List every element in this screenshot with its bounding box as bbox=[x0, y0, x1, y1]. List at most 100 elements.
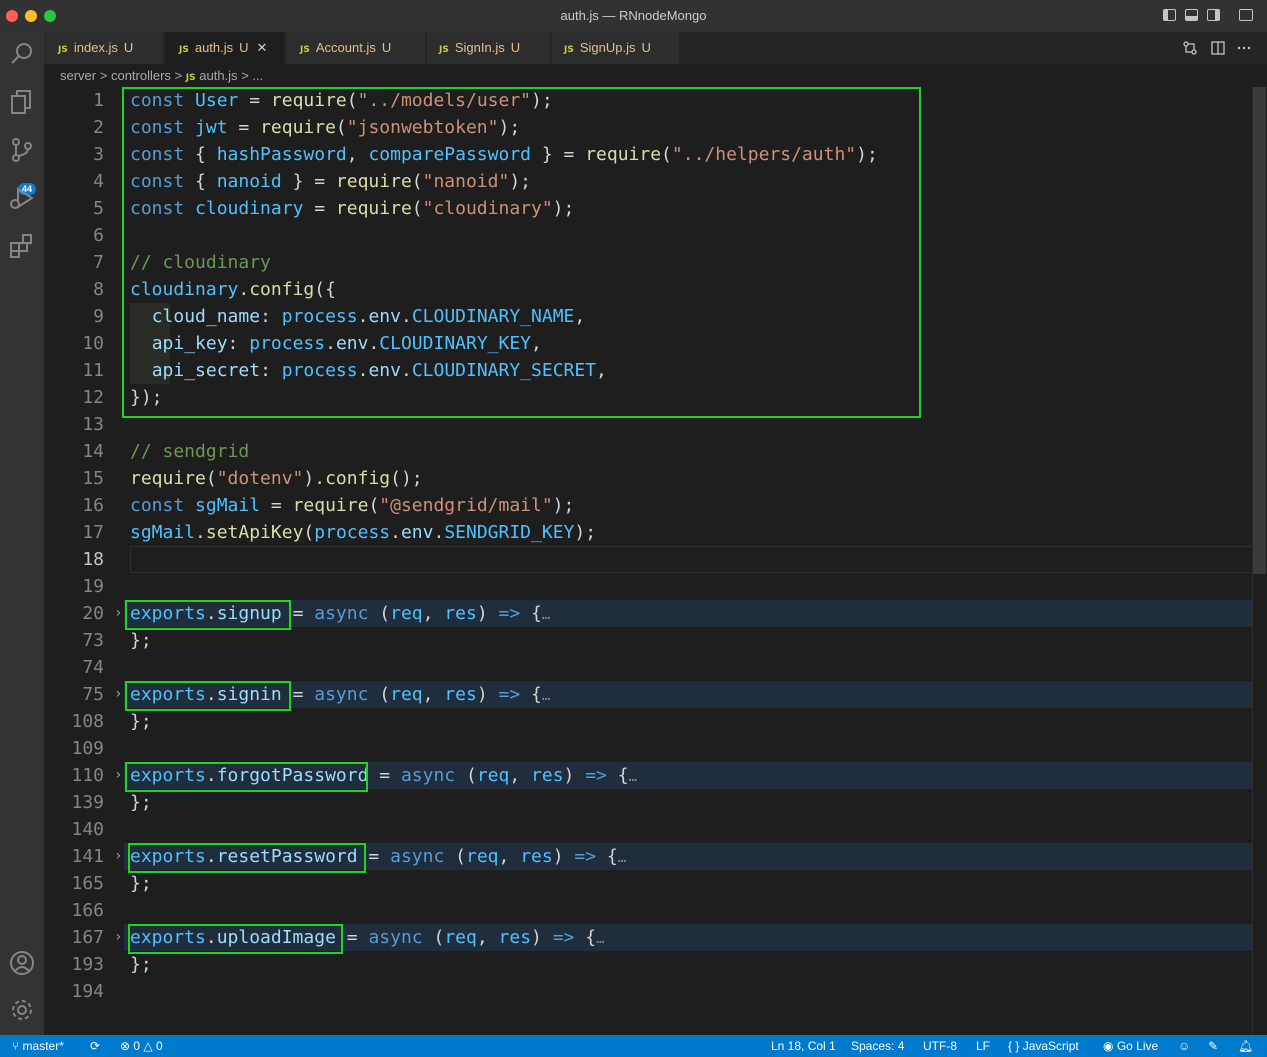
search-icon[interactable] bbox=[6, 38, 38, 70]
fold-chevron-icon[interactable]: › bbox=[114, 681, 122, 708]
git-branch-icon: ⑂ bbox=[12, 1039, 23, 1053]
code-line[interactable]: 108}; bbox=[44, 708, 1252, 735]
line-number: 8 bbox=[93, 279, 104, 300]
code-line[interactable]: 16 const sgMail = require("@sendgrid/mail… bbox=[44, 492, 1252, 519]
breadcrumb: server > controllers > JS auth.js > ... bbox=[60, 68, 263, 83]
code-line[interactable]: 14 // sendgrid bbox=[44, 438, 1252, 465]
scrollbar-thumb[interactable] bbox=[1253, 87, 1266, 574]
untracked-status: U bbox=[239, 40, 249, 55]
source-control-icon[interactable] bbox=[6, 134, 38, 166]
eol-status[interactable]: LF bbox=[976, 1039, 990, 1053]
code-line[interactable]: 19 bbox=[44, 573, 1252, 600]
line-number: 75 bbox=[82, 684, 104, 705]
customize-layout-icon[interactable] bbox=[1239, 9, 1253, 21]
tab-account-js[interactable]: JS Account.js U bbox=[286, 32, 426, 64]
line-number: 167 bbox=[71, 927, 104, 948]
notifications-bell-icon[interactable]: 🔔︎ bbox=[1238, 1039, 1253, 1053]
highlight-box-upload-image bbox=[128, 924, 343, 954]
line-number: 11 bbox=[82, 360, 104, 381]
line-number: 193 bbox=[71, 954, 104, 975]
breadcrumb-file[interactable]: auth.js bbox=[199, 68, 237, 83]
code-line[interactable]: 165}; bbox=[44, 870, 1252, 897]
line-number: 12 bbox=[82, 387, 104, 408]
breadcrumb-symbols[interactable]: ... bbox=[252, 68, 263, 83]
code-text: require("dotenv").config(); bbox=[130, 468, 423, 489]
highlight-box-signin bbox=[125, 681, 291, 711]
code-line[interactable]: 73}; bbox=[44, 627, 1252, 654]
code-line[interactable]: 17 sgMail.setApiKey(process.env.SENDGRID_… bbox=[44, 519, 1252, 546]
breadcrumb-server[interactable]: server bbox=[60, 68, 96, 83]
untracked-status: U bbox=[381, 40, 392, 55]
status-bar: ⑂ master* ⟳ ⊗ 0 △ 0 Ln 18, Col 1 Spaces:… bbox=[0, 1035, 1267, 1057]
go-live-button[interactable]: ◉ Go Live bbox=[1103, 1039, 1158, 1053]
copilot-icon[interactable]: ☺ bbox=[1178, 1039, 1190, 1053]
run-debug-icon[interactable] bbox=[6, 182, 38, 214]
line-number: 110 bbox=[71, 765, 104, 786]
line-number: 166 bbox=[71, 900, 104, 921]
code-line[interactable]: 193}; bbox=[44, 951, 1252, 978]
tab-label: SignIn.js bbox=[454, 40, 505, 55]
close-tab-icon[interactable]: ✕ bbox=[257, 40, 268, 55]
code-line[interactable]: 109 bbox=[44, 735, 1252, 762]
settings-gear-icon[interactable] bbox=[6, 994, 38, 1026]
highlight-box-signup bbox=[125, 600, 291, 630]
tab-auth-js[interactable]: JS auth.js U ✕ bbox=[165, 32, 285, 64]
warning-icon: △ bbox=[140, 1039, 156, 1053]
line-number: 14 bbox=[82, 441, 104, 462]
javascript-file-icon: JS bbox=[564, 45, 574, 55]
line-number: 73 bbox=[82, 630, 104, 651]
encoding-status[interactable]: UTF-8 bbox=[923, 1039, 957, 1053]
line-number: 140 bbox=[71, 819, 104, 840]
code-editor[interactable]: 1 const User = require("../models/user");… bbox=[44, 87, 1267, 1035]
fold-chevron-icon[interactable]: › bbox=[114, 924, 122, 951]
language-label: JavaScript bbox=[1022, 1039, 1079, 1053]
open-changes-icon[interactable] bbox=[1182, 40, 1198, 56]
feedback-icon[interactable]: ✎ bbox=[1208, 1039, 1218, 1053]
indentation-status[interactable]: Spaces: 4 bbox=[851, 1039, 904, 1053]
javascript-file-icon: JS bbox=[300, 45, 310, 55]
tab-signin-js[interactable]: JS SignIn.js U bbox=[427, 32, 551, 64]
line-number: 2 bbox=[93, 117, 104, 138]
sync-icon[interactable]: ⟳ bbox=[90, 1039, 100, 1053]
account-icon[interactable] bbox=[6, 947, 38, 979]
fold-chevron-icon[interactable]: › bbox=[114, 843, 122, 870]
files-icon[interactable] bbox=[6, 86, 38, 118]
language-mode[interactable]: { } JavaScript bbox=[1008, 1039, 1079, 1053]
line-number: 1 bbox=[93, 90, 104, 111]
line-number: 141 bbox=[71, 846, 104, 867]
split-editor-icon[interactable] bbox=[1210, 40, 1226, 56]
fold-chevron-icon[interactable]: › bbox=[114, 762, 122, 789]
code-line[interactable]: 74 bbox=[44, 654, 1252, 681]
code-line[interactable]: 18 bbox=[44, 546, 1254, 573]
code-text: }; bbox=[130, 711, 152, 732]
toggle-secondary-sidebar-icon[interactable] bbox=[1207, 9, 1220, 21]
untracked-status: U bbox=[641, 40, 651, 55]
breadcrumb-separator: > bbox=[241, 68, 249, 83]
problems-status[interactable]: ⊗ 0 △ 0 bbox=[120, 1039, 163, 1053]
tab-bar: JS index.js U JS auth.js U ✕ JS Account.js U JS… bbox=[44, 32, 1267, 64]
cursor-position[interactable]: Ln 18, Col 1 bbox=[771, 1039, 836, 1053]
fold-chevron-icon[interactable]: › bbox=[114, 600, 122, 627]
untracked-status: U bbox=[123, 40, 134, 55]
tab-label: index.js bbox=[73, 40, 118, 55]
tab-signup-js[interactable]: JS SignUp.js U bbox=[552, 32, 680, 64]
toggle-panel-icon[interactable] bbox=[1185, 9, 1198, 21]
line-number: 5 bbox=[93, 198, 104, 219]
extensions-icon[interactable] bbox=[6, 230, 38, 262]
tab-index-js[interactable]: JS index.js U bbox=[44, 32, 164, 64]
line-number: 9 bbox=[93, 306, 104, 327]
line-number: 18 bbox=[82, 549, 104, 570]
toggle-primary-sidebar-icon[interactable] bbox=[1163, 9, 1176, 21]
line-number: 74 bbox=[82, 657, 104, 678]
breadcrumb-controllers[interactable]: controllers bbox=[111, 68, 171, 83]
code-line[interactable]: 166 bbox=[44, 897, 1252, 924]
code-line[interactable]: 140 bbox=[44, 816, 1252, 843]
more-actions-icon[interactable] bbox=[1236, 40, 1252, 56]
line-number: 3 bbox=[93, 144, 104, 165]
go-live-label: Go Live bbox=[1116, 1039, 1159, 1053]
branch-status[interactable]: ⑂ master* bbox=[12, 1039, 64, 1053]
code-line[interactable]: 194 bbox=[44, 978, 1252, 1005]
branch-name: master* bbox=[22, 1039, 64, 1053]
code-line[interactable]: 139}; bbox=[44, 789, 1252, 816]
code-line[interactable]: 15 require("dotenv").config(); bbox=[44, 465, 1252, 492]
